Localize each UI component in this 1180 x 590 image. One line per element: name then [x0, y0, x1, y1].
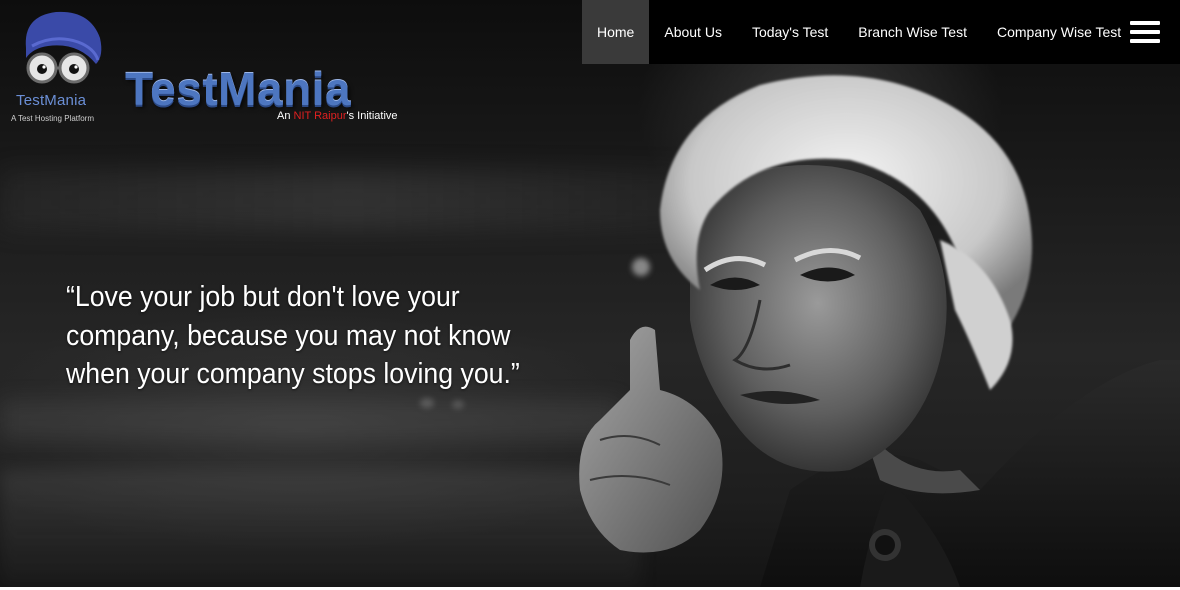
logo-tagline: A Test Hosting Platform [11, 114, 94, 123]
bokeh-light [452, 400, 464, 409]
hamburger-bar [1130, 30, 1160, 34]
hamburger-menu-icon[interactable] [1130, 21, 1160, 43]
subtitle-highlight: NIT Raipur [293, 110, 347, 122]
nav-item-todays-test[interactable]: Today's Test [737, 0, 843, 64]
hamburger-bar [1130, 39, 1160, 43]
hero-quote: “Love your job but don't love your compa… [66, 281, 520, 390]
hamburger-bar [1130, 21, 1160, 25]
portrait-image [579, 75, 1180, 587]
bokeh-light [420, 398, 434, 408]
background-blur [0, 400, 620, 440]
nav-item-about-us[interactable]: About Us [649, 0, 737, 64]
brand-subtitle: An NIT Raipur's Initiative [277, 110, 398, 122]
top-navigation: Home About Us Today's Test Branch Wise T… [582, 0, 1180, 64]
brand-title[interactable]: TestMania [125, 62, 351, 116]
subtitle-prefix: An [277, 110, 294, 122]
logo-wordmark: TestMania [16, 92, 87, 109]
subtitle-suffix: 's Initiative [346, 110, 398, 122]
background-blur [0, 470, 640, 587]
nav-item-home[interactable]: Home [582, 0, 650, 64]
nav-item-branch-wise-test[interactable]: Branch Wise Test [843, 0, 982, 64]
nav-item-company-wise-test[interactable]: Company Wise Test [982, 0, 1136, 64]
